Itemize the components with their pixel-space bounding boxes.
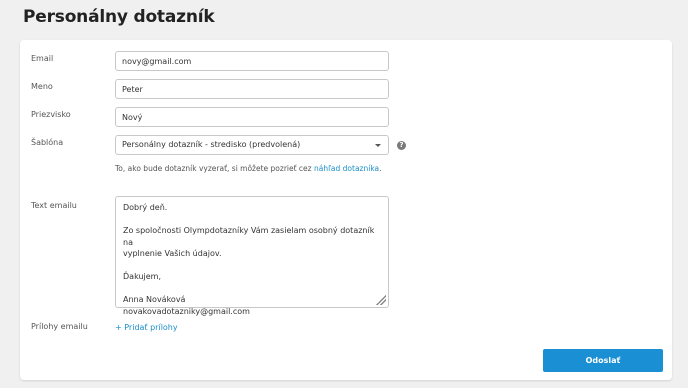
email-text-label: Text emailu bbox=[31, 201, 77, 210]
add-attachments-link[interactable]: + Pridať prílohy bbox=[115, 323, 178, 332]
email-label: Email bbox=[31, 54, 54, 63]
email-text-paragraph: Anna Nováková novakovadotazniky@gmail.co… bbox=[123, 295, 250, 316]
template-select[interactable]: Personálny dotazník - stredisko (predvol… bbox=[115, 135, 389, 155]
form-card: Email Meno Priezvisko Šablóna Personálny… bbox=[20, 40, 672, 380]
first-name-field[interactable] bbox=[115, 79, 389, 99]
email-text-paragraph: Ďakujem, bbox=[123, 272, 161, 281]
send-button[interactable]: Odoslať bbox=[543, 349, 663, 372]
template-hint: To, ako bude dotazník vyzerať, si môžete… bbox=[115, 164, 382, 173]
template-hint-suffix: . bbox=[379, 164, 382, 173]
chevron-down-icon bbox=[375, 144, 381, 147]
template-hint-text: To, ako bude dotazník vyzerať, si môžete… bbox=[115, 164, 314, 173]
first-name-label: Meno bbox=[31, 82, 53, 91]
resize-grip-icon[interactable] bbox=[376, 295, 386, 305]
email-text-area[interactable]: Dobrý deň. Zo spoločnosti Olympdotazníky… bbox=[115, 196, 389, 316]
attachments-label: Prílohy emailu bbox=[31, 322, 88, 331]
email-text-paragraph: Dobrý deň. bbox=[123, 203, 168, 212]
last-name-field[interactable] bbox=[115, 107, 389, 127]
last-name-label: Priezvisko bbox=[31, 110, 71, 119]
template-selected-value: Personálny dotazník - stredisko (predvol… bbox=[122, 140, 301, 149]
page-title: Personálny dotazník bbox=[23, 7, 215, 27]
email-text-paragraph: Zo spoločnosti Olympdotazníky Vám zasiel… bbox=[123, 226, 375, 258]
question-icon[interactable]: ? bbox=[397, 141, 406, 150]
preview-link[interactable]: náhľad dotazníka bbox=[314, 164, 379, 173]
template-label: Šablóna bbox=[31, 138, 64, 147]
email-field[interactable] bbox=[115, 51, 389, 71]
